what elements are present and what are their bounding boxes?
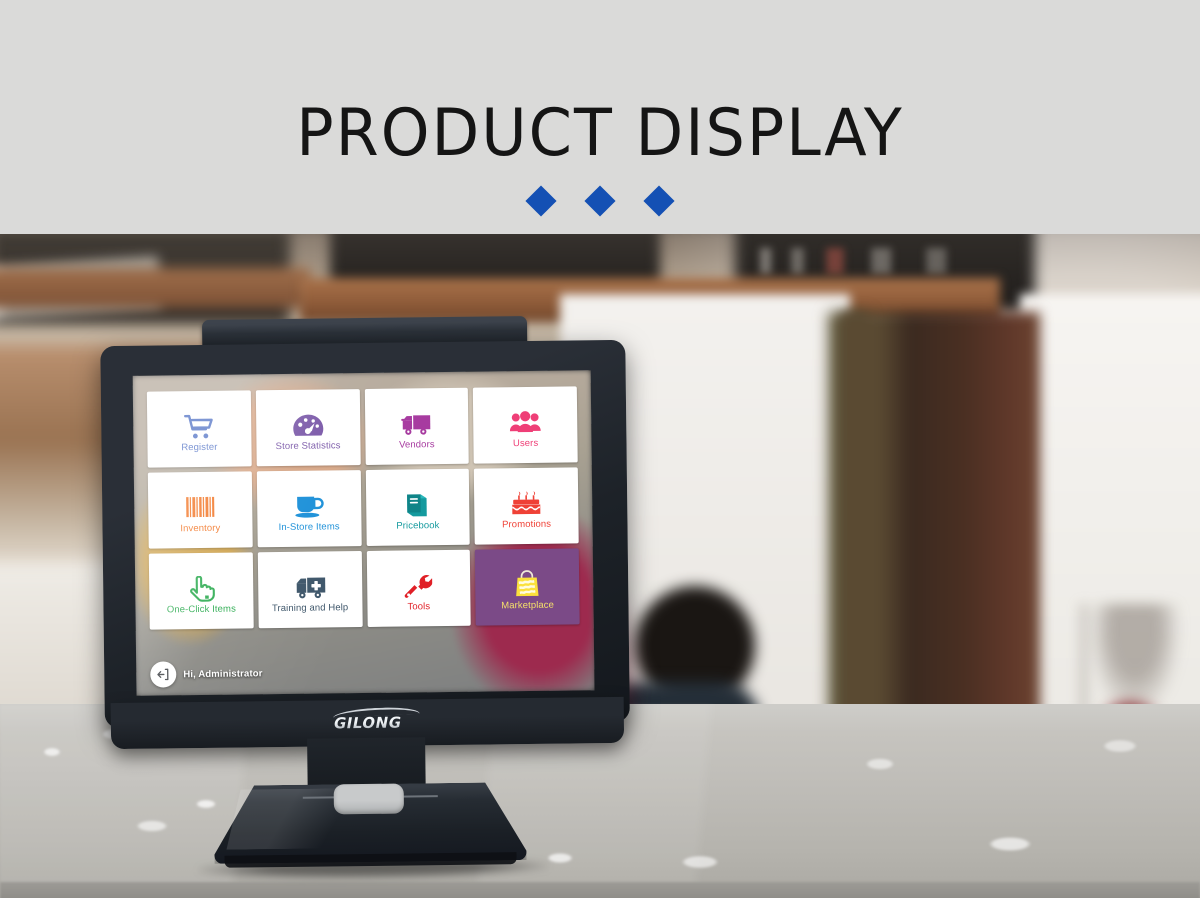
wooden-beam-left <box>0 268 310 308</box>
tile-tools[interactable]: Tools <box>366 549 471 627</box>
users-group-icon <box>509 401 541 435</box>
chalkboard-menu-text <box>760 248 1010 274</box>
app-tile-grid: Register Store Statistics Vendors Users … <box>146 386 580 630</box>
base-cable-slot <box>333 783 405 815</box>
birthday-cake-icon <box>510 482 542 516</box>
tile-marketplace[interactable]: Marketplace <box>475 548 580 626</box>
barcode-icon <box>185 486 215 520</box>
speedometer-icon <box>292 404 324 438</box>
tile-training-and-help[interactable]: Training and Help <box>257 551 363 629</box>
tile-label: One-Click Items <box>166 603 236 615</box>
book-icon <box>403 484 431 518</box>
pos-status-bar: Hi, Administrator <box>136 648 594 696</box>
pos-home-screen: Register Store Statistics Vendors Users … <box>133 370 595 696</box>
tile-store-statistics[interactable]: Store Statistics <box>255 389 361 467</box>
tile-inventory[interactable]: Inventory <box>147 471 253 549</box>
shopping-cart-icon <box>183 405 214 439</box>
tile-pricebook[interactable]: Pricebook <box>365 468 470 546</box>
diamond-icon <box>525 185 557 217</box>
page-header: PRODUCT DISPLAY <box>0 0 1200 234</box>
pointing-hand-icon <box>187 567 215 602</box>
logout-icon[interactable] <box>150 661 177 688</box>
pos-terminal: Register Store Statistics Vendors Users … <box>92 315 638 881</box>
tile-promotions[interactable]: Promotions <box>474 467 579 545</box>
tile-vendors[interactable]: Vendors <box>364 387 469 465</box>
touchscreen[interactable]: Register Store Statistics Vendors Users … <box>132 370 595 696</box>
tile-users[interactable]: Users <box>473 386 578 464</box>
tile-label: Tools <box>407 600 431 612</box>
ambulance-icon <box>294 566 326 600</box>
brand-logo: GILONG <box>332 705 421 732</box>
tile-in-store-items[interactable]: In-Store Items <box>256 470 362 548</box>
diamond-divider <box>0 185 1200 217</box>
countertop-edge <box>0 882 1200 898</box>
wrench-icon <box>404 565 433 599</box>
tile-label: Training and Help <box>271 601 349 614</box>
coffee-cup-icon <box>293 485 325 519</box>
tile-label: Promotions <box>502 518 552 530</box>
tile-one-click-items[interactable]: One-Click Items <box>148 552 254 630</box>
product-photo: Register Store Statistics Vendors Users … <box>0 234 1200 898</box>
shopping-bag-icon <box>513 563 541 597</box>
page-title: PRODUCT DISPLAY <box>296 94 904 171</box>
tile-label: Store Statistics <box>275 439 341 452</box>
tile-label: Vendors <box>399 438 435 451</box>
diamond-icon <box>643 185 675 217</box>
tile-label: Users <box>512 437 539 449</box>
tile-label: Pricebook <box>396 519 440 532</box>
tile-register[interactable]: Register <box>146 390 252 468</box>
diamond-icon <box>584 185 616 217</box>
status-greeting: Hi, Administrator <box>183 667 263 680</box>
monitor-bezel: Register Store Statistics Vendors Users … <box>100 339 630 729</box>
tile-label: In-Store Items <box>278 520 340 533</box>
tile-label: Register <box>181 441 218 453</box>
delivery-truck-icon <box>400 403 432 437</box>
tile-label: Inventory <box>180 522 221 534</box>
wooden-post <box>840 312 1040 732</box>
tile-label: Marketplace <box>501 599 555 611</box>
